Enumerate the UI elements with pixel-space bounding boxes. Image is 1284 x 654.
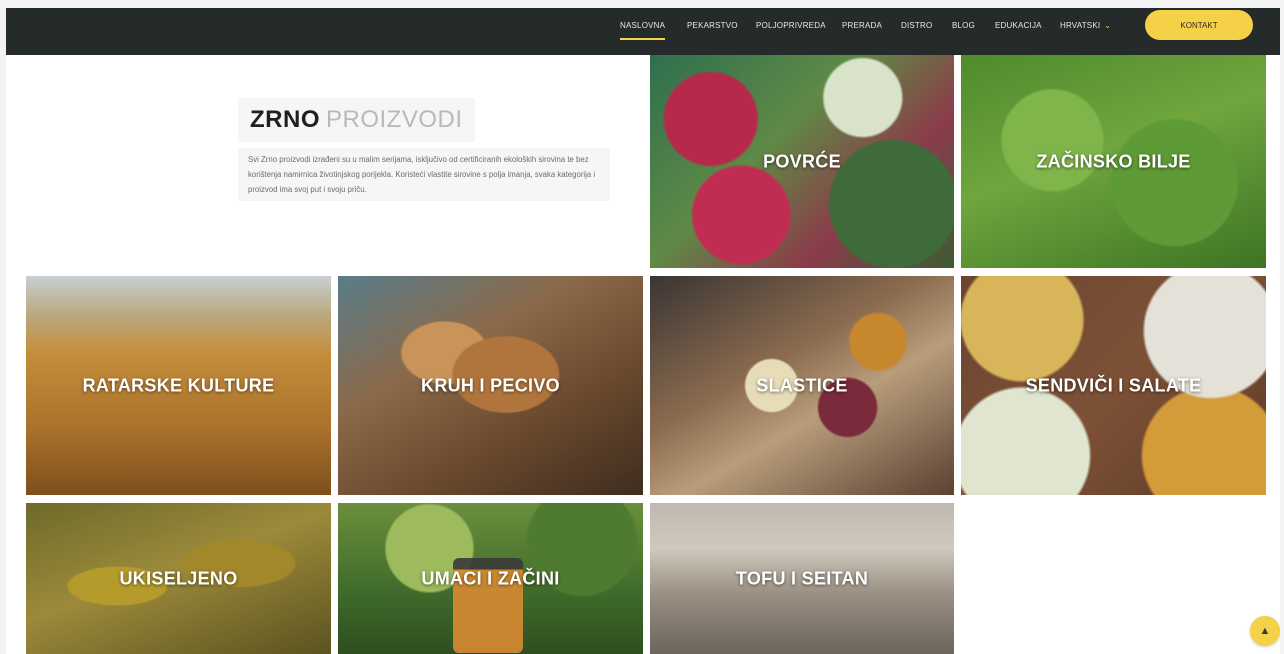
language-selector[interactable]: HRVATSKI ⌄: [1060, 21, 1111, 30]
category-tile-povrce[interactable]: POVRĆE: [650, 55, 954, 268]
category-tile-ratarske-kulture[interactable]: RATARSKE KULTURE: [26, 276, 331, 495]
contact-button[interactable]: KONTAKT: [1145, 10, 1253, 40]
category-label: RATARSKE KULTURE: [82, 375, 275, 395]
scroll-to-top-button[interactable]: ▲: [1250, 616, 1280, 646]
category-label: KRUH I PECIVO: [421, 375, 560, 395]
nav-item-prerada[interactable]: PRERADA: [842, 21, 882, 30]
page-title: ZRNO PROIZVODI: [238, 98, 475, 142]
category-tile-tofu-i-seitan[interactable]: TOFU I SEITAN: [650, 503, 954, 654]
nav-item-pekarstvo[interactable]: PEKARSTVO: [687, 21, 738, 30]
chevron-down-icon: ⌄: [1104, 21, 1112, 30]
category-label: UMACI I ZAČINI: [421, 568, 560, 588]
category-tile-slastice[interactable]: SLASTICE: [650, 276, 954, 495]
category-label: SLASTICE: [756, 375, 848, 395]
category-tile-ukiseljeno[interactable]: UKISELJENO: [26, 503, 331, 654]
nav-item-blog[interactable]: BLOG: [952, 21, 975, 30]
category-tile-sendvici-i-salate[interactable]: SENDVIČI I SALATE: [961, 276, 1266, 495]
top-navigation: NASLOVNA PEKARSTVO POLJOPRIVREDA PRERADA…: [6, 8, 1280, 55]
page-title-light: PROIZVODI: [326, 106, 463, 133]
nav-item-naslovna[interactable]: NASLOVNA: [620, 21, 666, 40]
nav-item-poljoprivreda[interactable]: POLJOPRIVREDA: [756, 21, 826, 30]
category-label: TOFU I SEITAN: [735, 568, 869, 588]
category-tile-zacinsko-bilje[interactable]: ZAČINSKO BILJE: [961, 55, 1266, 268]
page-title-bold: ZRNO: [250, 106, 320, 133]
language-label: HRVATSKI: [1060, 21, 1101, 30]
arrow-up-icon: ▲: [1259, 625, 1271, 637]
category-label: ZAČINSKO BILJE: [1036, 151, 1191, 171]
category-tile-kruh-i-pecivo[interactable]: KRUH I PECIVO: [338, 276, 643, 495]
nav-item-edukacija[interactable]: EDUKACIJA: [995, 21, 1042, 30]
intro-description: Svi Zrno proizvodi izrađeni su u malim s…: [238, 148, 610, 201]
category-label: SENDVIČI I SALATE: [1025, 375, 1202, 395]
page: NASLOVNA PEKARSTVO POLJOPRIVREDA PRERADA…: [6, 8, 1280, 654]
category-tile-umaci-i-zacini[interactable]: UMACI I ZAČINI: [338, 503, 643, 654]
nav-item-distro[interactable]: DISTRO: [901, 21, 932, 30]
category-label: UKISELJENO: [119, 568, 238, 588]
category-label: POVRĆE: [763, 151, 841, 171]
